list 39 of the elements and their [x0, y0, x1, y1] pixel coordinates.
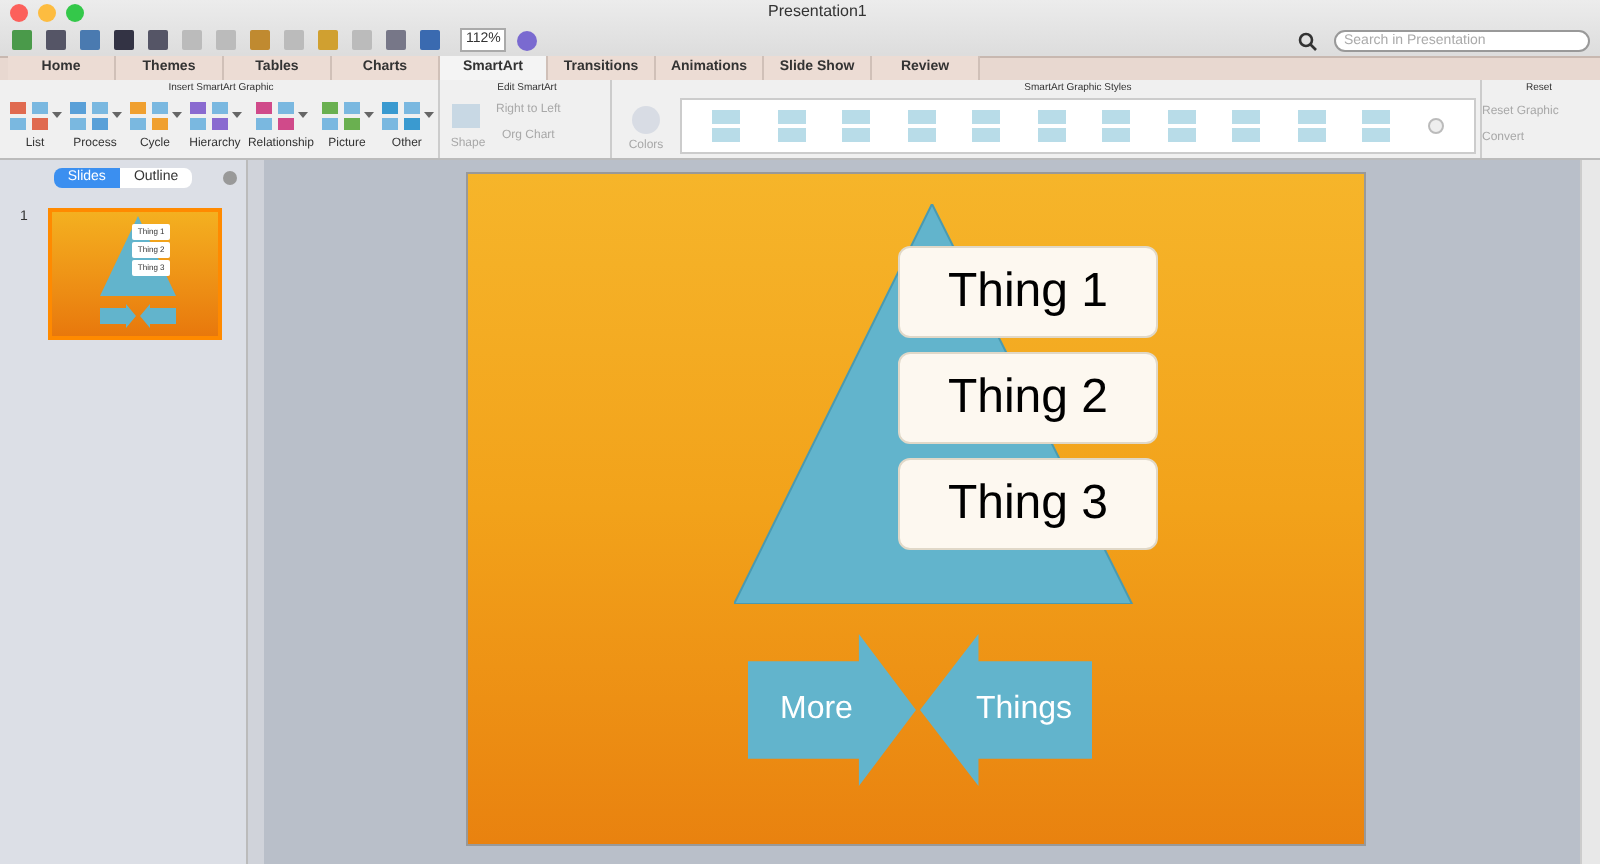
toolbar-icon[interactable] — [418, 28, 442, 52]
arrows-shape — [99, 304, 176, 328]
style-thumbnail-icon[interactable] — [777, 110, 806, 142]
style-thumbnail-icon[interactable] — [1232, 110, 1261, 142]
style-thumbnail-icon[interactable] — [1297, 110, 1326, 142]
caret-icon — [297, 112, 308, 120]
caret-icon — [231, 112, 242, 120]
diagram-icon — [379, 98, 424, 134]
style-thumbnail-icon[interactable] — [842, 110, 871, 142]
pyramid-text-box: Thing 3 — [898, 458, 1158, 550]
caret-icon — [423, 112, 434, 120]
style-thumbnail-icon[interactable] — [972, 110, 1001, 142]
diagram-icon — [127, 98, 172, 134]
pyramid-text-box: Thing 2 — [898, 352, 1158, 444]
splitter[interactable] — [248, 160, 264, 864]
diagram-icon — [253, 98, 298, 134]
close-icon[interactable] — [222, 170, 238, 186]
style-thumbnail-icon[interactable] — [1362, 110, 1391, 142]
toolbar-icon[interactable] — [44, 28, 68, 52]
toolbar-icon[interactable] — [112, 28, 136, 52]
toolbar-icon[interactable] — [146, 28, 170, 52]
caret-icon — [52, 112, 62, 120]
next-icon[interactable] — [1427, 118, 1444, 134]
pyramid-text-box: Thing 1 — [898, 246, 1158, 338]
style-thumbnail-icon[interactable] — [1167, 110, 1196, 142]
diagram-icon — [319, 98, 364, 134]
style-thumbnail-icon[interactable] — [907, 110, 936, 142]
style-thumbnail-icon[interactable] — [1102, 110, 1131, 142]
caret-icon — [363, 112, 374, 120]
caret-icon — [171, 112, 182, 120]
window-title: Presentation1 — [768, 0, 867, 24]
diagram-icon — [8, 98, 52, 134]
style-thumbnail-icon[interactable] — [712, 110, 741, 142]
style-thumbnail-icon[interactable] — [1037, 110, 1066, 142]
diagram-icon — [67, 98, 112, 134]
diagram-icon — [187, 98, 232, 134]
colors-icon — [630, 104, 662, 136]
caret-icon — [111, 112, 122, 120]
help-icon[interactable] — [516, 29, 539, 51]
